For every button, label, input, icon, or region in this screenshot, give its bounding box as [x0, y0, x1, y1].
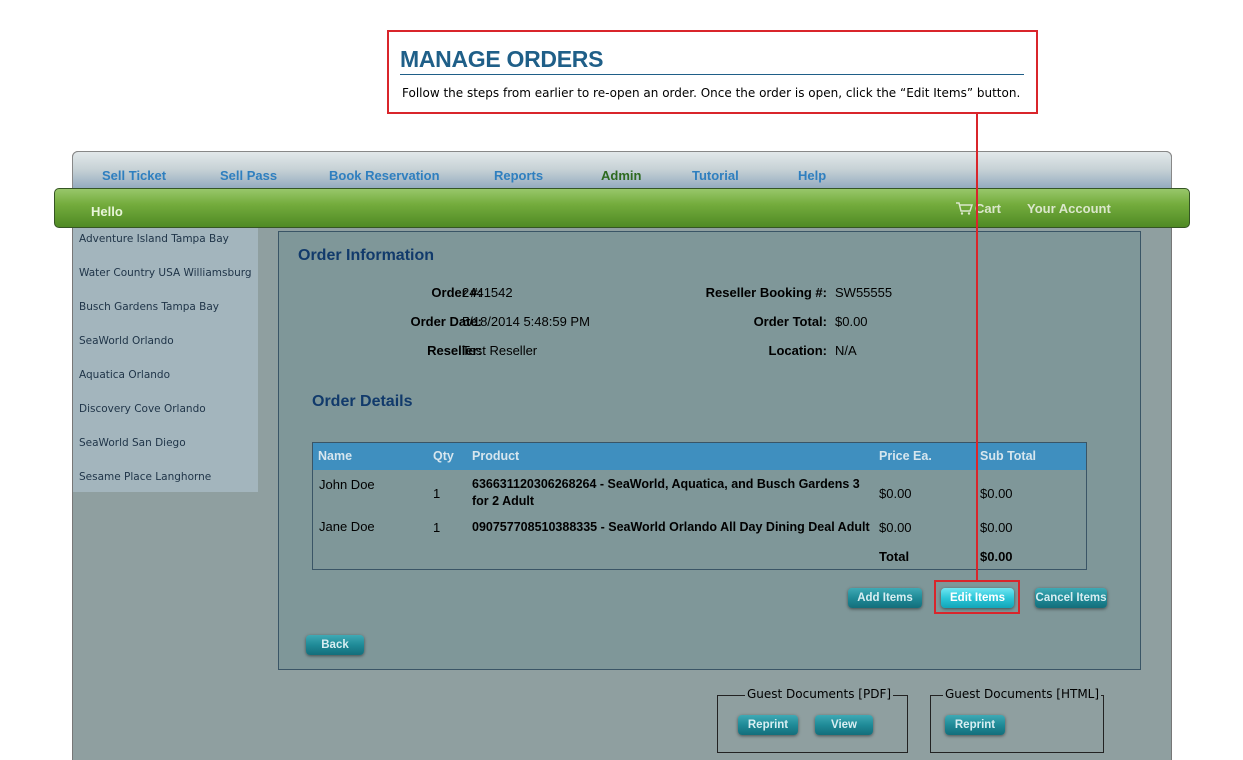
order-information-heading: Order Information [298, 247, 435, 264]
row-price: $0.00 [879, 486, 912, 501]
park-sidebar: Adventure Island Tampa Bay Water Country… [73, 228, 258, 492]
order-date-value: 5/18/2014 5:48:59 PM [462, 314, 590, 329]
reseller-value: Test Reseller [462, 343, 538, 358]
location-label: Location: [768, 343, 828, 358]
order-total-label: Order Total: [753, 314, 827, 329]
your-account-link[interactable]: Your Account [1027, 201, 1111, 216]
sidebar-item-aquatica-orlando[interactable]: Aquatica Orlando [79, 369, 170, 381]
html-reprint-button[interactable]: Reprint [945, 715, 1005, 735]
sidebar-item-seaworld-san-diego[interactable]: SeaWorld San Diego [79, 437, 186, 449]
cart-label: Cart [975, 201, 1002, 216]
column-qty: Qty [433, 449, 454, 463]
table-header: Name Qty Product Price Ea. Sub Total [313, 443, 1086, 470]
top-navigation: Sell Ticket Sell Pass Book Reservation R… [72, 151, 1172, 191]
nav-help[interactable]: Help [798, 168, 826, 183]
row-name: Jane Doe [319, 519, 375, 534]
header-bar: Hello Cart Your Account [54, 188, 1190, 228]
nav-sell-ticket[interactable]: Sell Ticket [102, 168, 166, 183]
total-value: $0.00 [980, 549, 1013, 564]
nav-admin[interactable]: Admin [601, 168, 641, 183]
nav-book-reservation[interactable]: Book Reservation [329, 168, 440, 183]
sidebar-item-discovery-cove[interactable]: Discovery Cove Orlando [79, 403, 206, 415]
nav-reports[interactable]: Reports [494, 168, 543, 183]
row-qty: 1 [433, 520, 441, 535]
greeting: Hello [91, 204, 123, 219]
sidebar-item-seaworld-orlando[interactable]: SeaWorld Orlando [79, 335, 174, 347]
add-items-button[interactable]: Add Items [848, 588, 922, 608]
column-price: Price Ea. [879, 449, 932, 463]
cart-link[interactable]: Cart [955, 201, 1001, 216]
guest-documents-html-group: Guest Documents [HTML] Reprint [930, 687, 1104, 753]
location-value: N/A [835, 343, 857, 358]
row-product-line2: for 2 Adult [472, 494, 535, 508]
back-button[interactable]: Back [306, 635, 364, 655]
order-total-value: $0.00 [835, 314, 868, 329]
row-subtotal: $0.00 [980, 520, 1013, 535]
booking-number-value: SW55555 [835, 285, 893, 300]
nav-tutorial[interactable]: Tutorial [692, 168, 739, 183]
row-subtotal: $0.00 [980, 486, 1013, 501]
row-name: John Doe [319, 477, 375, 492]
screen: MANAGE ORDERS Follow the steps from earl… [0, 0, 1243, 760]
order-number-value: 2441542 [462, 285, 513, 300]
sidebar-item-water-country[interactable]: Water Country USA Williamsburg [79, 267, 252, 279]
edit-items-highlight [934, 580, 1020, 614]
cancel-items-button[interactable]: Cancel Items [1035, 588, 1107, 608]
sidebar-item-sesame-place[interactable]: Sesame Place Langhorne [79, 471, 211, 483]
pdf-group-legend: Guest Documents [PDF] [745, 687, 894, 701]
order-details-heading: Order Details [312, 393, 413, 410]
callout-text: Follow the steps from earlier to re-open… [402, 86, 1021, 100]
total-label: Total [879, 549, 910, 564]
sidebar-item-busch-gardens[interactable]: Busch Gardens Tampa Bay [79, 301, 219, 313]
row-product: 090757708510388335 - SeaWorld Orlando Al… [472, 520, 870, 534]
html-group-legend: Guest Documents [HTML] [943, 687, 1102, 701]
order-items-table: Name Qty Product Price Ea. Sub Total Joh… [312, 442, 1087, 570]
row-price: $0.00 [879, 520, 912, 535]
guest-documents-pdf-group: Guest Documents [PDF] Reprint View [717, 687, 908, 753]
row-qty: 1 [433, 486, 441, 501]
column-name: Name [318, 449, 353, 463]
nav-sell-pass[interactable]: Sell Pass [220, 168, 277, 183]
instruction-callout: MANAGE ORDERS Follow the steps from earl… [387, 30, 1038, 114]
column-product: Product [472, 449, 520, 463]
pdf-reprint-button[interactable]: Reprint [738, 715, 798, 735]
callout-title: MANAGE ORDERS [400, 46, 604, 72]
pdf-view-button[interactable]: View [815, 715, 873, 735]
cart-icon [956, 202, 974, 215]
row-product: 636631120306268264 - SeaWorld, Aquatica,… [472, 477, 860, 491]
booking-number-label: Reseller Booking #: [705, 285, 827, 300]
callout-connector-line [976, 113, 978, 581]
sidebar-item-adventure-island[interactable]: Adventure Island Tampa Bay [79, 233, 229, 245]
column-subtotal: Sub Total [980, 449, 1037, 463]
callout-divider [400, 74, 1024, 75]
